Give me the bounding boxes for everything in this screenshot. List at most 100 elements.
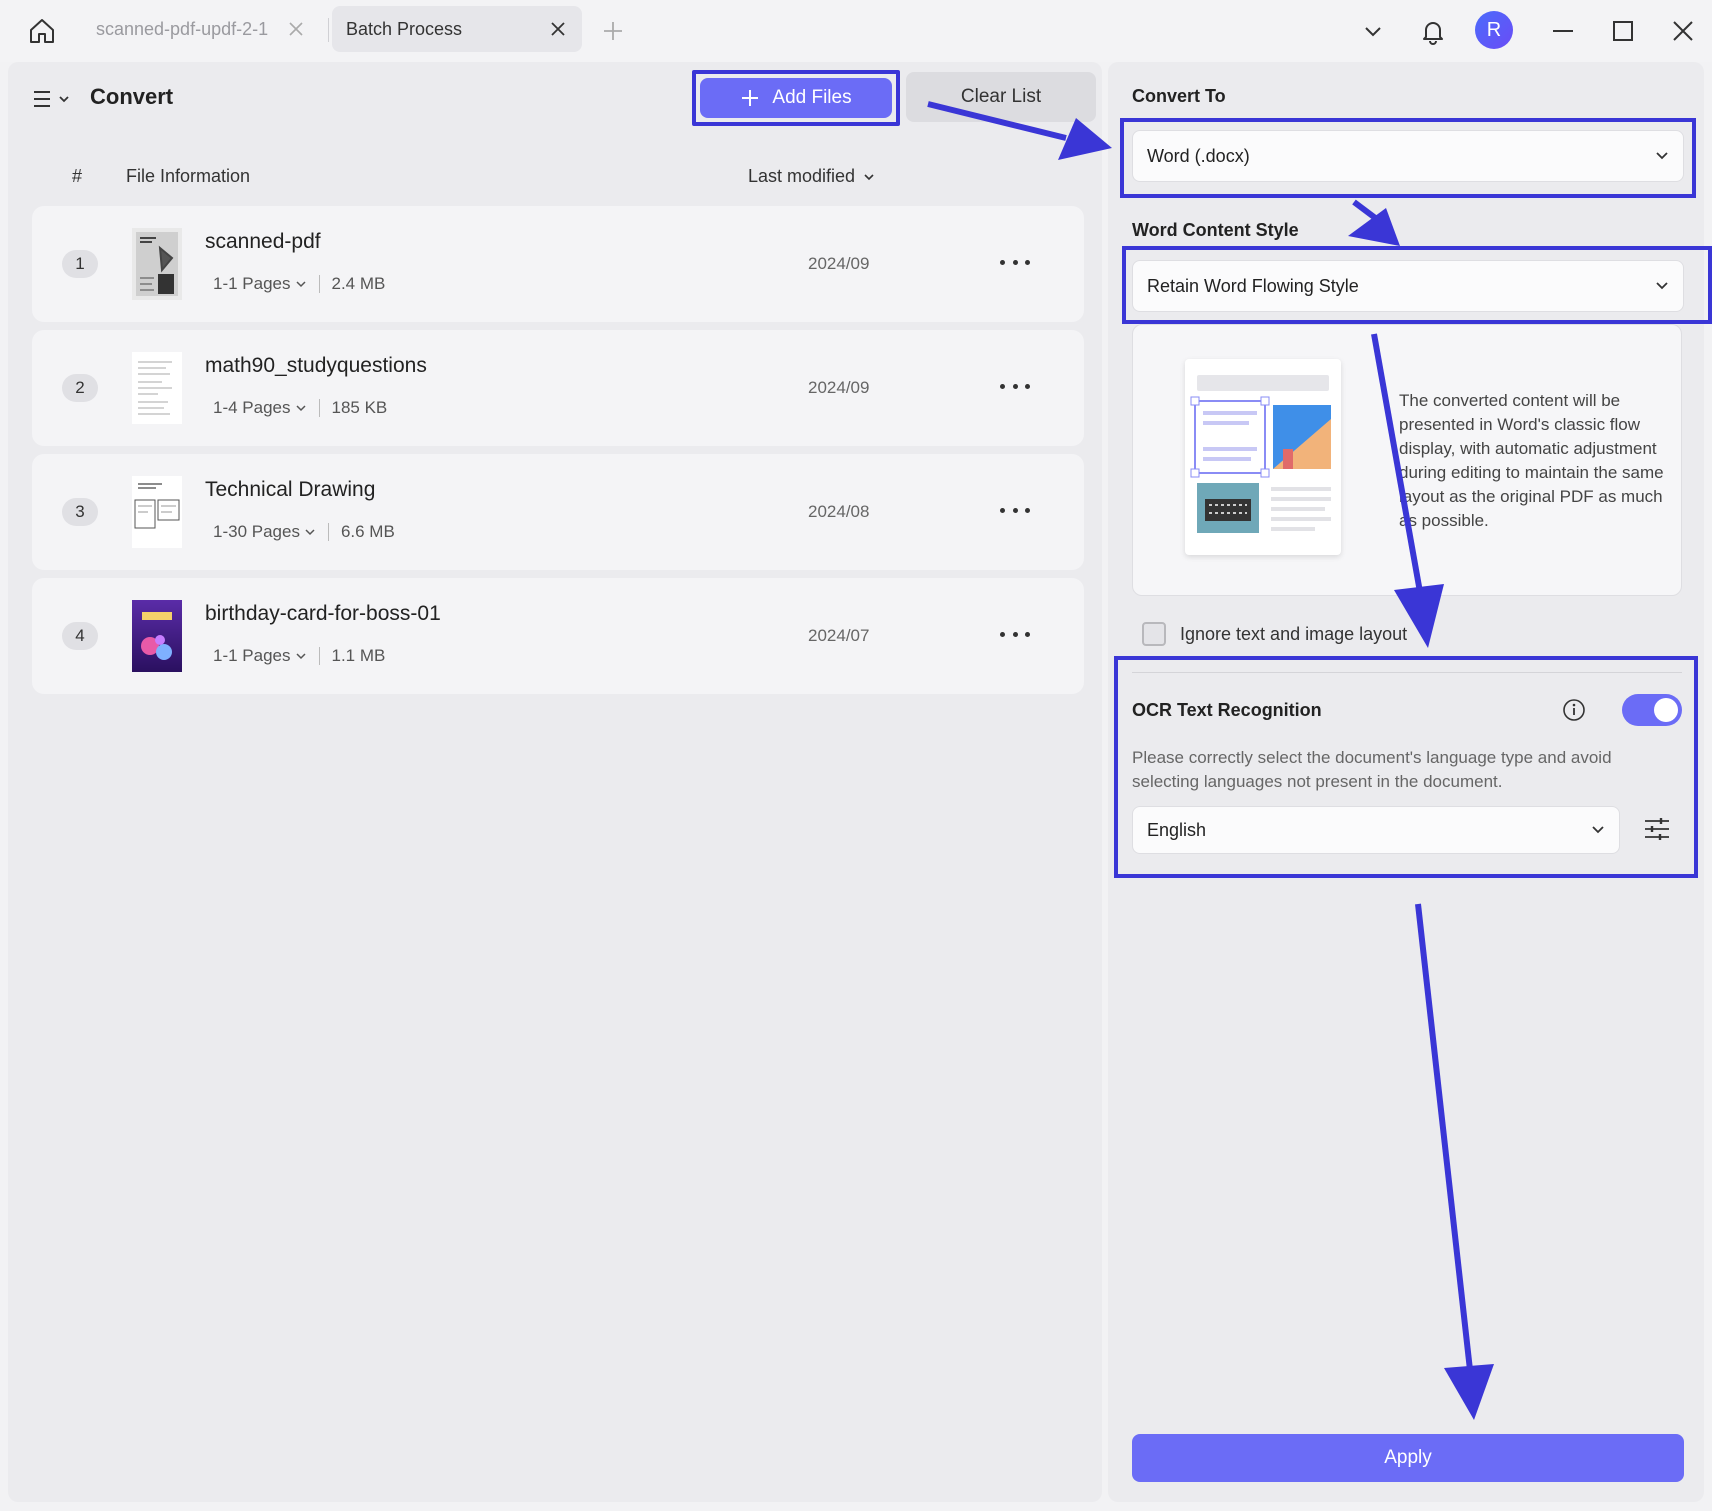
convert-to-value: Word (.docx) [1147, 145, 1250, 166]
divider [318, 647, 320, 665]
style-description: The converted content will be presented … [1399, 391, 1664, 530]
plus-icon[interactable] [598, 16, 628, 46]
minimize-icon[interactable] [1546, 14, 1580, 48]
file-meta: 1-4 Pages 185 KB [213, 398, 387, 418]
more-options-icon[interactable] [1000, 254, 1030, 270]
column-header-last-modified: Last modified [748, 166, 856, 186]
page-range: 1-1 Pages [213, 646, 291, 665]
file-list-panel: Convert Add Files Clear List # File Info… [8, 62, 1102, 1502]
column-header-number: # [72, 166, 83, 186]
sliders-icon[interactable] [1642, 814, 1672, 844]
chevron-down-icon [305, 529, 315, 536]
convert-settings-panel: Convert To Word (.docx) Word Content Sty… [1108, 62, 1712, 1502]
file-date: 2024/09 [808, 378, 870, 397]
clear-list-label: Clear List [960, 86, 1042, 107]
avatar[interactable]: R [1475, 11, 1513, 49]
close-window-icon[interactable] [1666, 14, 1700, 48]
sort-last-modified[interactable]: Last modified [748, 166, 875, 187]
word-content-style-select[interactable]: Retain Word Flowing Style [1132, 260, 1684, 312]
clear-list-button[interactable]: Clear List [906, 72, 1096, 122]
more-options-icon[interactable] [1000, 502, 1030, 518]
info-icon[interactable] [1562, 698, 1586, 722]
file-row[interactable]: 3 Technical Drawing 1-30 Pages 6.6 MB 20… [32, 454, 1084, 570]
chevron-down-icon [295, 281, 306, 288]
file-name: math90_studyquestions [205, 354, 427, 377]
layout-preview-illustration [1185, 359, 1341, 555]
tab-scanned-pdf[interactable]: scanned-pdf-updf-2-1 [80, 6, 320, 52]
file-list: 1 scanned-pdf 1-1 Pages 2.4 MB 2024/09 2 [32, 206, 1084, 702]
file-size: 6.6 MB [340, 522, 395, 541]
chevron-down-icon[interactable] [1356, 14, 1390, 48]
file-size: 2.4 MB [331, 274, 386, 293]
divider [318, 275, 320, 293]
menu-button[interactable] [30, 84, 74, 114]
plus-icon [742, 90, 759, 106]
file-size: 185 KB [331, 398, 388, 417]
add-files-button[interactable]: Add Files [692, 70, 900, 126]
row-number: 4 [62, 622, 98, 650]
add-files-label: Add Files [772, 87, 852, 108]
convert-to-label: Convert To [1132, 86, 1226, 106]
ocr-language-select[interactable]: English [1132, 806, 1620, 854]
page-range-dropdown[interactable]: 1-4 Pages [213, 398, 307, 418]
file-meta: 1-1 Pages 2.4 MB [213, 274, 385, 294]
file-size: 1.1 MB [331, 646, 386, 665]
row-number: 1 [62, 250, 98, 278]
page-range: 1-30 Pages [213, 522, 300, 541]
file-name: scanned-pdf [205, 230, 321, 253]
file-row[interactable]: 2 math90_studyquestions 1-4 Pages 185 KB… [32, 330, 1084, 446]
file-row[interactable]: 1 scanned-pdf 1-1 Pages 2.4 MB 2024/09 [32, 206, 1084, 322]
file-date: 2024/08 [808, 502, 870, 521]
column-header-file-information: File Information [126, 166, 251, 186]
tab-label: scanned-pdf-updf-2-1 [96, 18, 269, 39]
add-files-button-inner[interactable]: Add Files [700, 78, 892, 118]
more-options-icon[interactable] [1000, 378, 1030, 394]
style-preview-card: The converted content will be presented … [1132, 324, 1682, 596]
hamburger-icon [34, 91, 69, 107]
ocr-label: OCR Text Recognition [1132, 700, 1322, 720]
file-date: 2024/07 [808, 626, 870, 645]
chevron-down-icon [295, 405, 306, 412]
apply-button[interactable]: Apply [1132, 1434, 1684, 1482]
row-number: 2 [62, 374, 98, 402]
file-meta: 1-1 Pages 1.1 MB [213, 646, 385, 666]
divider [327, 523, 329, 541]
word-content-style-value: Retain Word Flowing Style [1147, 275, 1359, 296]
ocr-description: Please correctly select the document's l… [1132, 748, 1612, 791]
ocr-toggle[interactable] [1622, 694, 1682, 726]
page-range-dropdown[interactable]: 1-30 Pages [213, 522, 316, 542]
page-range: 1-1 Pages [213, 274, 291, 293]
chevron-down-icon [1592, 826, 1604, 834]
file-name: birthday-card-for-boss-01 [205, 602, 441, 625]
ignore-layout-option[interactable]: Ignore text and image layout [1142, 622, 1407, 646]
tab-label: Batch Process [346, 18, 463, 39]
home-icon[interactable] [22, 12, 62, 50]
page-range-dropdown[interactable]: 1-1 Pages [213, 646, 307, 666]
maximize-icon[interactable] [1606, 14, 1640, 48]
page-range: 1-4 Pages [213, 398, 291, 417]
chevron-down-icon [295, 653, 306, 660]
chevron-down-icon [1656, 282, 1668, 290]
file-thumbnail [132, 352, 182, 424]
close-icon[interactable] [286, 19, 306, 39]
convert-to-select[interactable]: Word (.docx) [1132, 130, 1684, 182]
title-bar: scanned-pdf-updf-2-1 Batch Process R [0, 0, 1712, 62]
toggle-knob [1654, 698, 1678, 722]
close-icon[interactable] [548, 19, 568, 39]
file-thumbnail [132, 228, 182, 300]
file-date: 2024/09 [808, 254, 870, 273]
avatar-initial: R [1486, 18, 1502, 41]
ignore-layout-label: Ignore text and image layout [1180, 623, 1408, 644]
word-content-style-label: Word Content Style [1132, 220, 1299, 240]
chevron-down-icon [864, 173, 874, 180]
tab-batch-process[interactable]: Batch Process [332, 6, 582, 52]
divider [318, 399, 320, 417]
ignore-layout-checkbox[interactable] [1142, 622, 1166, 646]
page-range-dropdown[interactable]: 1-1 Pages [213, 274, 307, 294]
bell-icon[interactable] [1416, 14, 1450, 48]
file-row[interactable]: 4 birthday-card-for-boss-01 1-1 Pages 1.… [32, 578, 1084, 694]
tab-divider [328, 18, 329, 42]
divider [1132, 672, 1682, 673]
ocr-language-value: English [1147, 819, 1207, 840]
more-options-icon[interactable] [1000, 626, 1030, 642]
